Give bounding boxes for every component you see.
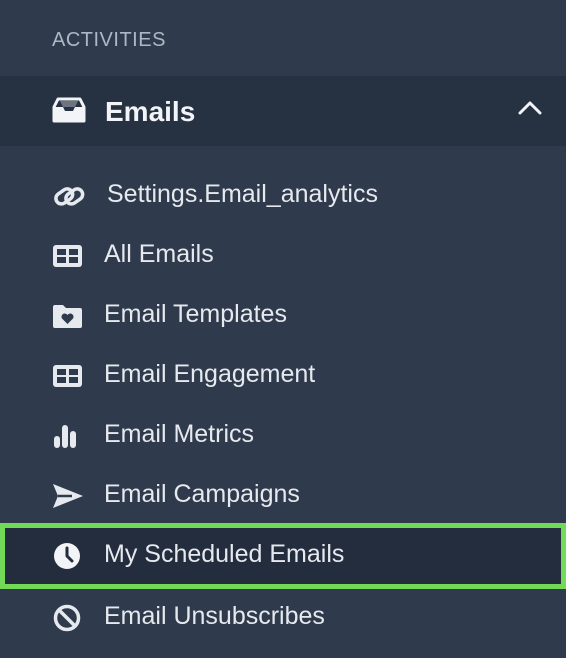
send-icon [52,482,84,510]
nav-item-email-unsubscribes[interactable]: Email Unsubscribes [0,588,566,648]
nav-item-label: Email Templates [104,300,287,328]
nav-item-all-emails[interactable]: All Emails [0,226,566,286]
nav-item-label: Settings.Email_analytics [107,180,378,208]
nav-item-email-metrics[interactable]: Email Metrics [0,406,566,466]
nav-item-label: My Scheduled Emails [104,540,345,568]
block-icon [52,604,84,632]
nav-item-settings-email-analytics[interactable]: Settings.Email_analytics [0,166,566,226]
activities-section-label: ACTIVITIES [52,29,166,51]
nav-item-label: All Emails [104,240,214,268]
nav-item-label: Email Campaigns [104,480,300,508]
link-icon [52,182,85,210]
inbox-icon [52,95,86,125]
folder-heart-icon [52,302,84,330]
emails-group-title: Emails [105,96,196,127]
nav-item-label: Email Metrics [104,420,255,448]
nav-item-label: Email Unsubscribes [104,602,325,630]
nav-item-email-campaigns[interactable]: Email Campaigns [0,466,566,526]
bar-chart-icon [52,422,84,450]
clock-icon [52,542,84,570]
nav-item-my-scheduled-emails[interactable]: My Scheduled Emails [0,523,566,589]
table-icon [52,242,84,270]
table-icon [52,362,84,390]
chevron-up-icon[interactable] [518,100,542,116]
nav-item-label: Email Engagement [104,360,316,388]
nav-item-email-templates[interactable]: Email Templates [0,286,566,346]
emails-group-header[interactable]: Emails [0,76,566,146]
nav-item-email-engagement[interactable]: Email Engagement [0,346,566,406]
